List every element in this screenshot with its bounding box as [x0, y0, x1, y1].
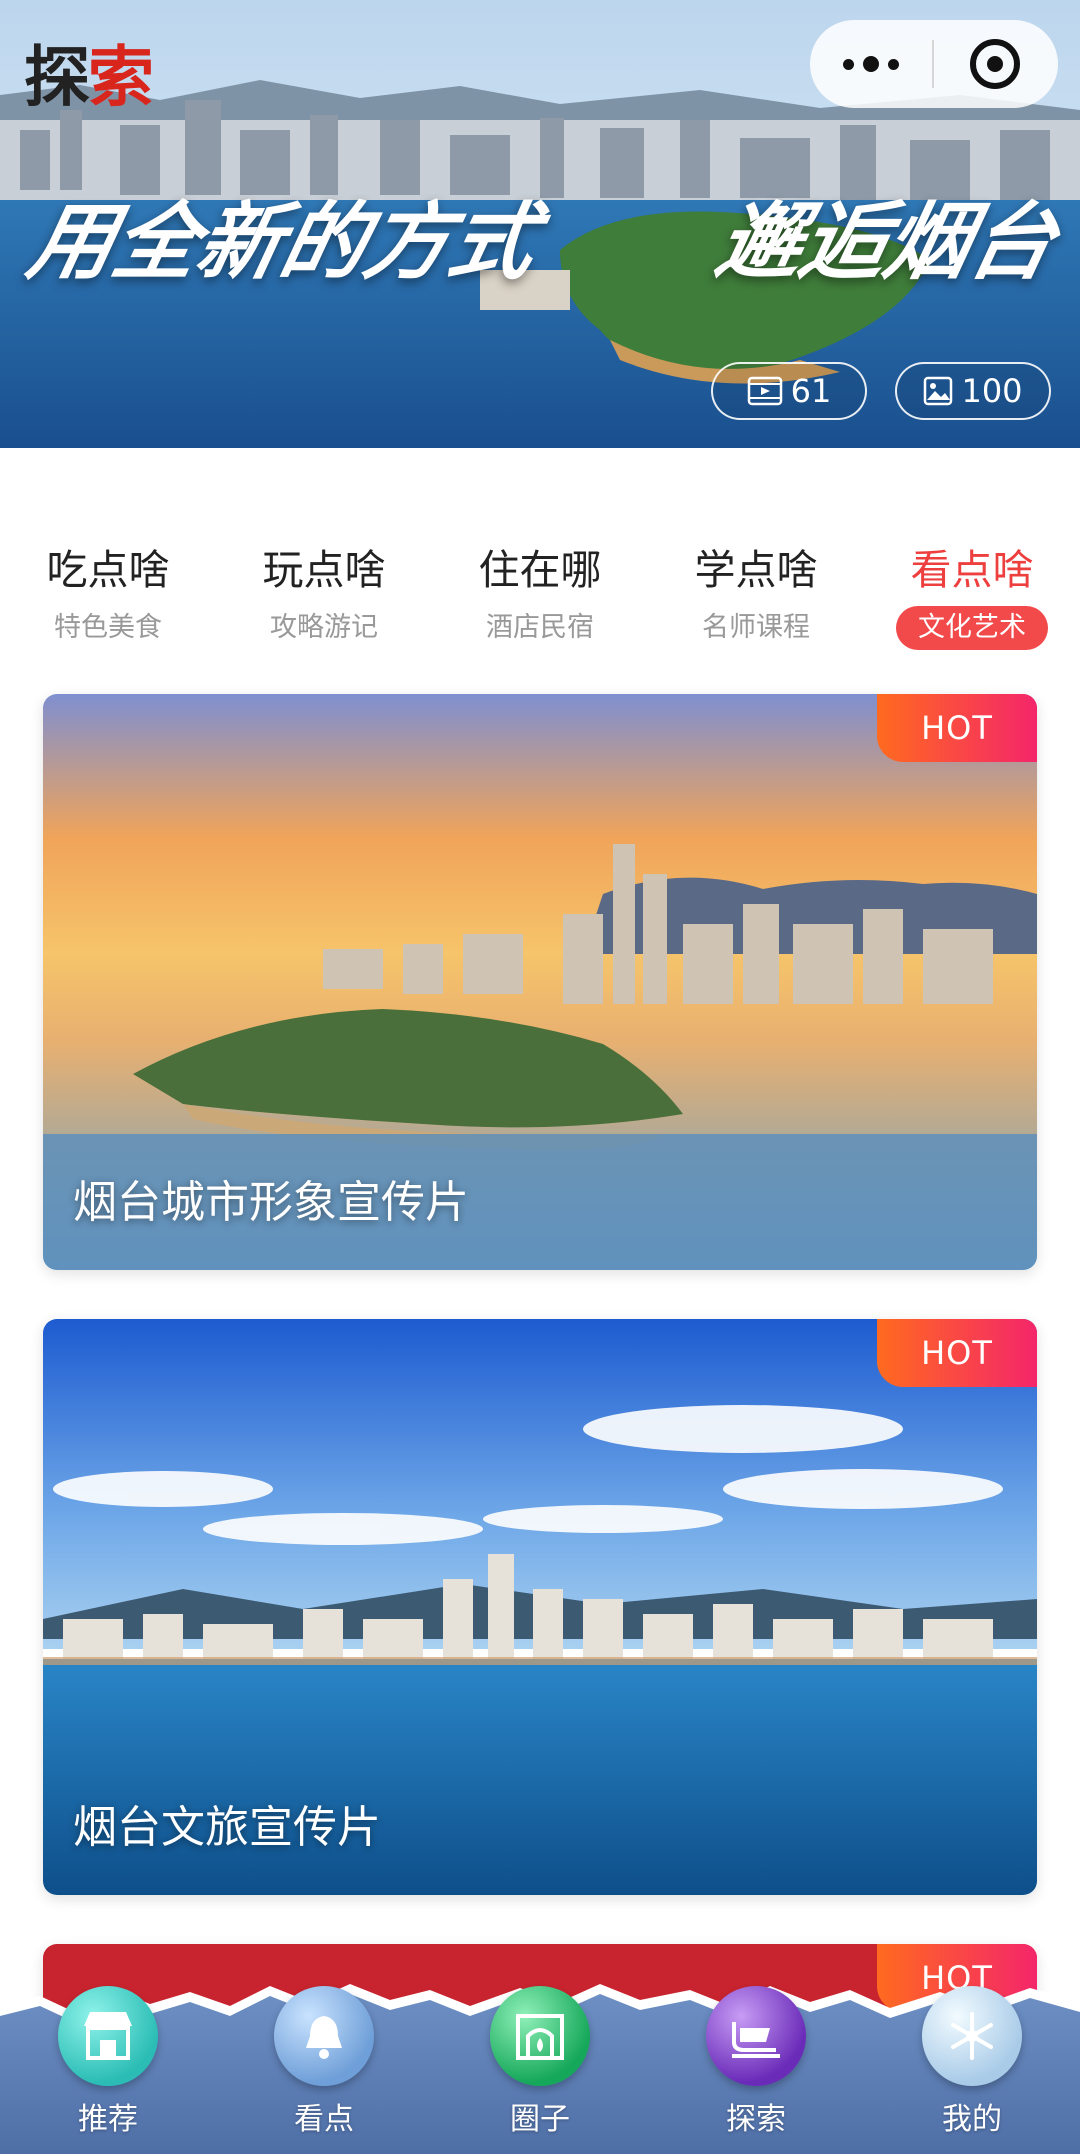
category-subtitle-selected: 文化艺术 [896, 606, 1048, 650]
category-title: 看点啥 [910, 546, 1034, 594]
app-logo: 探索 [24, 38, 154, 116]
video-card[interactable]: HOT 烟台文旅宣传片 [43, 1319, 1037, 1895]
category-tab-food[interactable]: 吃点啥 特色美食 [0, 534, 216, 654]
category-title: 学点啥 [694, 546, 818, 594]
bell-icon [274, 1986, 374, 2086]
tab-recommend[interactable]: 推荐 [0, 1986, 216, 2154]
fireplace-icon [490, 1986, 590, 2086]
miniprogram-capsule [810, 20, 1058, 108]
slogan-part-2: 邂逅烟台 [708, 193, 1065, 291]
category-tab-stay[interactable]: 住在哪 酒店民宿 [432, 534, 648, 654]
video-count-button[interactable]: 61 [711, 362, 867, 420]
category-subtitle: 酒店民宿 [486, 612, 594, 643]
card-title: 烟台城市形象宣传片 [73, 1177, 469, 1228]
sleigh-icon [706, 1986, 806, 2086]
category-tab-watch[interactable]: 看点啥 文化艺术 [864, 534, 1080, 654]
category-subtitle: 名师课程 [702, 612, 810, 643]
slogan-part-1: 用全新的方式 [20, 193, 545, 291]
video-count: 61 [790, 372, 832, 410]
category-title: 住在哪 [478, 546, 602, 594]
category-tab-learn[interactable]: 学点啥 名师课程 [648, 534, 864, 654]
tab-mine[interactable]: 我的 [864, 1986, 1080, 2154]
image-icon [924, 376, 953, 406]
tab-list: 推荐 看点 圈子 探索 我的 [0, 1986, 1080, 2154]
photo-count-button[interactable]: 100 [895, 362, 1051, 420]
tab-circle[interactable]: 圈子 [432, 1986, 648, 2154]
hot-badge: HOT [877, 1319, 1037, 1387]
category-subtitle: 特色美食 [54, 612, 162, 643]
category-tab-play[interactable]: 玩点啥 攻略游记 [216, 534, 432, 654]
tab-highlights[interactable]: 看点 [216, 1986, 432, 2154]
hot-badge: HOT [877, 694, 1037, 762]
tab-explore[interactable]: 探索 [648, 1986, 864, 2154]
category-tabs: 吃点啥 特色美食 玩点啥 攻略游记 住在哪 酒店民宿 学点啥 名师课程 看点啥 … [0, 534, 1080, 654]
video-card[interactable]: HOT 烟台城市形象宣传片 [43, 694, 1037, 1270]
tab-label: 圈子 [510, 2102, 570, 2137]
category-title: 玩点啥 [262, 546, 386, 594]
target-icon[interactable] [934, 20, 1056, 108]
category-title: 吃点啥 [46, 546, 170, 594]
tab-label: 我的 [942, 2102, 1002, 2137]
hero-banner[interactable]: 探索 用全新的方式 邂逅烟台 61 100 [0, 0, 1080, 448]
film-icon [747, 376, 782, 406]
more-dots-icon[interactable] [810, 20, 932, 108]
tab-label: 看点 [294, 2102, 354, 2137]
photo-count: 100 [961, 372, 1023, 410]
snowflake-icon [922, 1986, 1022, 2086]
tab-label: 推荐 [78, 2102, 138, 2137]
hero-slogan: 用全新的方式 邂逅烟台 [0, 175, 1080, 295]
card-title: 烟台文旅宣传片 [73, 1802, 381, 1853]
tab-label: 探索 [726, 2102, 786, 2137]
category-subtitle: 攻略游记 [270, 612, 378, 643]
shop-icon [58, 1986, 158, 2086]
bottom-tab-bar: 推荐 看点 圈子 探索 我的 [0, 1966, 1080, 2154]
